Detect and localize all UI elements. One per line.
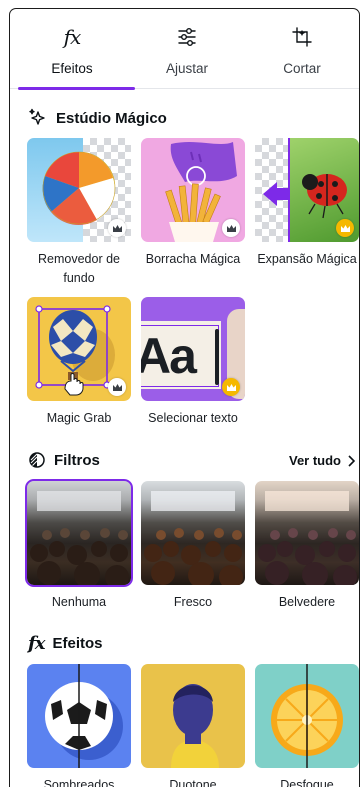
tool-card-magic-expand[interactable]: Expansão Mágica xyxy=(255,138,359,269)
tool-label: Magic Grab xyxy=(46,411,112,425)
premium-crown-icon xyxy=(108,219,126,237)
filter-label: Belvedere xyxy=(278,595,336,609)
filter-card-fresco[interactable]: Fresco xyxy=(141,481,245,612)
select-text-thumbnail: Aa xyxy=(141,297,245,401)
sparkle-icon xyxy=(29,108,45,125)
magic-expand-thumbnail xyxy=(255,138,359,242)
orange-slice-image xyxy=(271,664,343,768)
filters-header: Filtros xyxy=(28,451,100,469)
auditorium-image xyxy=(144,491,243,585)
tool-card-magic-grab[interactable]: Magic Grab xyxy=(27,297,131,428)
portrait-image xyxy=(171,684,219,768)
tab-cortar[interactable]: Cortar xyxy=(246,23,358,87)
magic-eraser-thumbnail xyxy=(141,138,245,242)
crop-icon xyxy=(292,27,312,47)
tab-label: Cortar xyxy=(283,61,321,76)
magic-studio-header: Estúdio Mágico xyxy=(28,108,167,128)
effect-card-duotone[interactable]: Duotone xyxy=(141,664,245,787)
sample-text: Aa xyxy=(141,328,197,384)
auditorium-image xyxy=(30,491,129,585)
tab-label: Efeitos xyxy=(51,61,93,76)
effect-thumbnail xyxy=(141,664,245,768)
effect-label: Desfoque xyxy=(280,778,334,787)
effect-card-blur[interactable]: Desfoque xyxy=(255,664,359,787)
tool-label: Borracha Mágica xyxy=(145,252,241,266)
background-remover-thumbnail xyxy=(27,138,131,242)
section-title: Efeitos xyxy=(52,635,103,652)
soccer-ball-image xyxy=(45,664,123,768)
filter-thumbnail xyxy=(25,479,133,587)
effect-label: Sombreados xyxy=(43,778,115,787)
premium-crown-icon xyxy=(108,378,126,396)
effect-card-shadows[interactable]: Sombreados xyxy=(27,664,131,787)
see-all-filters-link[interactable]: Ver tudo xyxy=(289,453,355,468)
filter-card-nenhuma[interactable]: Nenhuma xyxy=(25,479,133,612)
tool-label: Removedor de fundo xyxy=(38,252,120,285)
premium-crown-icon xyxy=(336,219,354,237)
auditorium-image xyxy=(258,491,357,585)
effects-panel: fx Efeitos Ajustar Cortar Estúdio Mágico… xyxy=(9,8,360,787)
filter-label: Nenhuma xyxy=(51,595,107,609)
fx-icon: fx xyxy=(63,25,82,49)
section-title: Estúdio Mágico xyxy=(56,109,167,127)
premium-crown-icon xyxy=(222,219,240,237)
effects-header: fx Efeitos xyxy=(28,633,103,654)
filters-icon xyxy=(29,452,45,468)
tab-bar: fx Efeitos Ajustar Cortar xyxy=(10,9,359,90)
tool-label: Selecionar texto xyxy=(148,411,238,425)
tab-label: Ajustar xyxy=(165,61,209,76)
tool-card-select-text[interactable]: Aa Selecionar texto xyxy=(141,297,245,428)
chevron-right-icon xyxy=(348,454,355,467)
magic-grab-thumbnail xyxy=(27,297,131,401)
tool-label: Expansão Mágica xyxy=(257,252,357,266)
filter-card-belvedere[interactable]: Belvedere xyxy=(255,481,359,612)
tab-efeitos[interactable]: fx Efeitos xyxy=(16,23,128,87)
section-title: Filtros xyxy=(54,451,100,469)
sliders-icon xyxy=(178,28,196,46)
effect-label: Duotone xyxy=(169,778,217,787)
tool-card-background-remover[interactable]: Removedor de fundo xyxy=(27,138,131,288)
filter-thumbnail xyxy=(141,481,245,585)
fx-icon: fx xyxy=(28,633,46,654)
filter-label: Fresco xyxy=(173,595,213,609)
premium-crown-icon xyxy=(222,378,240,396)
effect-thumbnail xyxy=(27,664,131,768)
active-tab-indicator xyxy=(18,87,135,90)
tool-card-magic-eraser[interactable]: Borracha Mágica xyxy=(141,138,245,269)
effect-thumbnail xyxy=(255,664,359,768)
see-all-label: Ver tudo xyxy=(288,453,341,468)
tab-ajustar[interactable]: Ajustar xyxy=(131,23,243,87)
filter-thumbnail xyxy=(255,481,359,585)
